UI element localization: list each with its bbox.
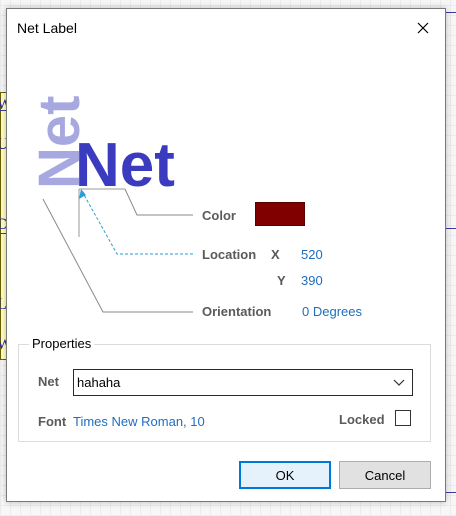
locked-label: Locked	[339, 412, 385, 427]
net-input[interactable]	[77, 373, 377, 392]
color-swatch[interactable]	[255, 202, 305, 226]
orientation-value[interactable]: 0 Degrees	[302, 304, 362, 319]
dialog-titlebar[interactable]: Net Label	[7, 9, 445, 47]
location-x-label: X	[271, 247, 280, 262]
close-icon	[417, 22, 429, 34]
color-label: Color	[202, 208, 236, 223]
schematic-wire	[446, 492, 456, 493]
chevron-down-icon[interactable]	[389, 373, 409, 392]
font-label: Font	[38, 414, 67, 429]
net-label-preview: Net Net Color Location X 520 Y 390 Orien…	[7, 47, 447, 337]
properties-group-title: Properties	[29, 336, 95, 351]
font-value[interactable]: Times New Roman, 10	[73, 414, 205, 429]
location-label: Location	[202, 247, 257, 262]
location-y-label: Y	[277, 273, 286, 288]
location-x-value[interactable]: 520	[301, 247, 323, 262]
location-leader-line	[82, 192, 193, 255]
preview-graphic: Net Net	[27, 96, 193, 313]
orientation-leader-line	[42, 198, 193, 313]
location-y-value[interactable]: 390	[301, 273, 323, 288]
properties-group: Properties Net Font Times New Roman, 10 …	[18, 336, 431, 442]
net-combobox[interactable]	[73, 369, 413, 396]
close-button[interactable]	[401, 9, 445, 47]
dialog-title: Net Label	[17, 20, 77, 36]
net-label-dialog: Net Label Net Net Color Location X 520 Y…	[6, 8, 446, 502]
schematic-wire	[446, 228, 456, 229]
schematic-wire	[446, 12, 456, 13]
ok-button[interactable]: OK	[239, 461, 331, 489]
net-label: Net	[38, 374, 59, 389]
locked-checkbox[interactable]	[395, 410, 411, 426]
cancel-button[interactable]: Cancel	[339, 461, 431, 489]
orientation-label: Orientation	[202, 304, 272, 319]
